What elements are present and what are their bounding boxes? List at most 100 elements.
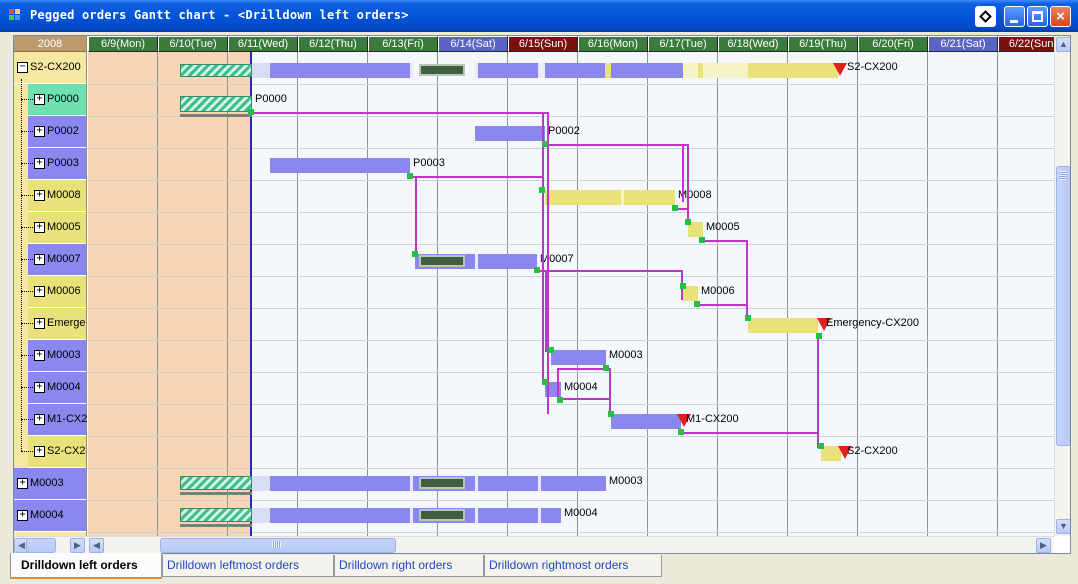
date-header-cell: 6/15(Sun) [508,36,578,52]
gantt-chart[interactable]: 6/9(Mon) 6/10(Tue) 6/11(Wed) 6/12(Thu) 6/13(… [88,36,1054,536]
summary-bar[interactable] [748,63,838,78]
order-bar[interactable] [551,350,606,365]
date-header-cell: 6/9(Mon) [88,36,158,52]
tree-row[interactable]: + M0003 [14,468,86,500]
row-gridline [88,340,1054,341]
scroll-up-button[interactable]: ▲ [1056,37,1070,52]
expand-icon[interactable]: + [34,222,45,233]
window-title: Pegged orders Gantt chart - <Drilldown l… [30,8,409,22]
row-gridline [88,244,1054,245]
tree-row-label: M0003 [30,477,64,489]
tab-drilldown-right[interactable]: Drilldown right orders [334,555,484,577]
tree-scroll-thumb[interactable] [26,538,56,553]
completed-bar[interactable] [180,508,252,522]
tree-row[interactable]: + S2-CX2 [28,436,86,468]
bar-separator [475,63,478,78]
summary-bar[interactable] [419,64,465,76]
tree-connector [21,99,33,100]
order-bar[interactable] [252,476,270,491]
minimize-button[interactable] [1004,6,1025,27]
peg-link [561,398,611,400]
tree-row[interactable]: + P0003 [28,148,86,180]
tree-row[interactable]: − S2-CX200 [14,52,86,84]
expand-icon[interactable]: + [34,94,45,105]
vertical-scroll-thumb[interactable] [1056,166,1070,446]
tree-scroll-right-button[interactable]: ▶ [70,538,85,553]
pin-icon[interactable] [975,6,996,27]
order-bar-segment [419,509,465,521]
expand-icon[interactable]: + [17,510,28,521]
tree-connector [21,79,22,451]
tab-drilldown-leftmost[interactable]: Drilldown leftmost orders [162,555,334,577]
completed-bar[interactable] [180,476,252,490]
scroll-right-button[interactable]: ▶ [1036,538,1051,553]
link-pin [699,237,705,243]
link-pin [694,301,700,307]
scroll-down-button[interactable]: ▼ [1056,519,1070,534]
row-gridline [88,532,1054,533]
expand-icon[interactable]: + [34,414,45,425]
expand-icon[interactable]: + [17,478,28,489]
expand-icon[interactable]: + [34,286,45,297]
order-bar[interactable] [270,508,561,523]
expand-icon[interactable]: + [34,158,45,169]
tab-drilldown-rightmost[interactable]: Drilldown rightmost orders [484,555,662,577]
bar-label: M0003 [609,349,643,361]
close-button[interactable]: × [1050,6,1071,27]
order-bar[interactable] [252,508,270,523]
horizontal-scrollbar[interactable]: ◀ ▶ [88,536,1054,553]
summary-bar[interactable] [703,63,748,78]
tree-row[interactable]: + M0008 [28,180,86,212]
summary-bar[interactable] [478,63,538,78]
summary-bar[interactable] [611,63,683,78]
row-gridline [88,276,1054,277]
tree-row[interactable]: + M0004 [14,500,86,532]
link-pin [745,315,751,321]
tree-row[interactable]: + Emerge [28,308,86,340]
tree-horizontal-scrollbar[interactable]: ◀ ▶ [14,536,88,553]
bar-separator [542,63,545,78]
bar-separator [538,476,541,491]
vertical-scrollbar[interactable]: ▲ ▼ [1054,36,1070,536]
bar-label: P0003 [413,157,445,169]
expand-icon[interactable]: + [34,126,45,137]
scroll-left-button[interactable]: ◀ [89,538,104,553]
completed-bar[interactable] [180,96,252,112]
maximize-button[interactable] [1027,6,1048,27]
tree-row[interactable]: + M0004 [28,372,86,404]
expand-icon[interactable]: + [34,190,45,201]
day-gridline [787,52,788,536]
order-bar[interactable] [475,126,545,141]
tree-row[interactable]: + P0000 [28,84,86,116]
summary-bar[interactable] [252,63,270,78]
summary-bar[interactable] [683,63,698,78]
order-bar[interactable] [611,414,681,429]
expand-icon[interactable]: + [34,318,45,329]
tree-row[interactable]: + M0005 [28,212,86,244]
expand-icon[interactable]: + [34,350,45,361]
scroll-grip-icon [272,541,281,548]
expand-icon[interactable]: + [34,446,45,457]
bar-separator [538,63,541,78]
order-bar[interactable] [748,318,818,333]
title-bar[interactable]: Pegged orders Gantt chart - <Drilldown l… [0,0,1078,32]
expand-icon[interactable]: + [34,382,45,393]
summary-bar[interactable] [545,63,605,78]
tree-connector [21,195,33,196]
tree-row[interactable]: + M1-CX2 [28,404,87,436]
tree-row[interactable]: + M0007 [28,244,86,276]
expand-icon[interactable]: + [34,254,45,265]
tree-connector [21,387,33,388]
completed-bar[interactable] [180,64,252,77]
summary-bar[interactable] [270,63,410,78]
tree-row[interactable]: + M0003 [28,340,86,372]
bar-separator [475,508,478,523]
tree-row[interactable]: + M0006 [28,276,86,308]
order-bar[interactable] [545,190,675,205]
peg-link [817,334,819,448]
collapse-icon[interactable]: − [17,62,28,73]
tree-row[interactable]: + P0002 [28,116,86,148]
row-gridline [88,500,1054,501]
tab-drilldown-left[interactable]: Drilldown left orders [10,553,162,579]
order-bar[interactable] [270,158,410,173]
